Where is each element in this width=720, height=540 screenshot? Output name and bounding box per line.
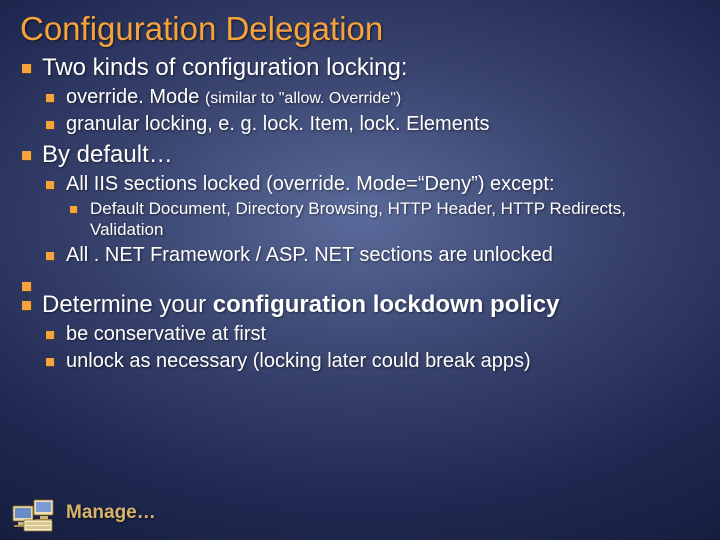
bullet-text-prefix: Determine your [42, 291, 213, 318]
bullet-item: Determine your configuration lockdown po… [18, 291, 702, 373]
bullet-item: override. Mode (similar to "allow. Overr… [42, 86, 702, 109]
bullet-item: unlock as necessary (locking later could… [42, 350, 702, 373]
slide: Configuration Delegation Two kinds of co… [0, 0, 720, 540]
bullet-text: override. Mode [66, 86, 205, 108]
bullet-item: All IIS sections locked (override. Mode=… [42, 173, 702, 240]
bullet-item: Default Document, Directory Browsing, HT… [66, 199, 702, 240]
bullet-item: By default… All IIS sections locked (ove… [18, 141, 702, 267]
bullet-item: granular locking, e. g. lock. Item, lock… [42, 113, 702, 136]
bullet-text: Default Document, Directory Browsing, HT… [90, 199, 626, 239]
bullet-list-level2: All IIS sections locked (override. Mode=… [42, 173, 702, 267]
bullet-list-level2: override. Mode (similar to "allow. Overr… [42, 86, 702, 136]
bullet-text: All IIS sections locked (override. Mode=… [66, 173, 555, 195]
bullet-text: By default… [42, 141, 173, 168]
bullet-text: All . NET Framework / ASP. NET sections … [66, 244, 553, 266]
spacer [18, 272, 702, 286]
bullet-text: be conservative at first [66, 323, 266, 345]
slide-title: Configuration Delegation [20, 10, 702, 48]
bullet-subnote: (similar to "allow. Override") [205, 90, 401, 107]
bullet-item: Two kinds of configuration locking: over… [18, 54, 702, 136]
bullet-text: granular locking, e. g. lock. Item, lock… [66, 113, 490, 135]
footer: Manage… [12, 494, 156, 532]
bullet-text: unlock as necessary (locking later could… [66, 350, 531, 372]
bullet-list-level1: Two kinds of configuration locking: over… [18, 54, 702, 373]
bullet-text: Two kinds of configuration locking: [42, 54, 408, 81]
bullet-item: All . NET Framework / ASP. NET sections … [42, 244, 702, 267]
bullet-list-level2: be conservative at first unlock as neces… [42, 323, 702, 373]
manage-icon [12, 494, 58, 532]
bullet-list-level3: Default Document, Directory Browsing, HT… [66, 199, 702, 240]
bullet-text-bold: configuration lockdown policy [213, 291, 560, 318]
bullet-item: be conservative at first [42, 323, 702, 346]
footer-text: Manage… [66, 502, 156, 524]
